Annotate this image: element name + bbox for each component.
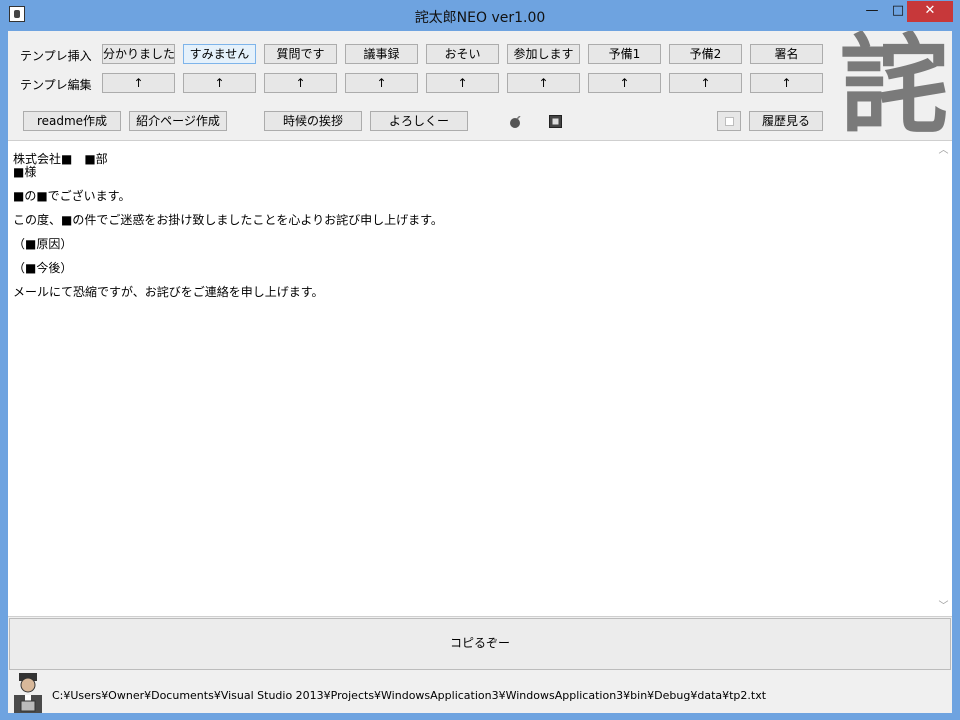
scroll-up-icon[interactable]: ︿	[938, 145, 949, 156]
minimize-button[interactable]: —	[859, 1, 885, 22]
editor-line: ■の■でございます。	[13, 189, 131, 203]
template-button-understood[interactable]: 分かりました	[102, 44, 175, 64]
template-insert-label: テンプレ挿入	[20, 49, 92, 63]
edit-arrow-button-6[interactable]: ↑	[507, 73, 580, 93]
edit-arrow-button-1[interactable]: ↑	[102, 73, 175, 93]
status-bar: C:¥Users¥Owner¥Documents¥Visual Studio 2…	[8, 671, 952, 713]
edit-arrow-button-9[interactable]: ↑	[750, 73, 823, 93]
seasonal-greeting-button[interactable]: 時候の挨拶	[264, 111, 362, 131]
title-bar[interactable]: 詫太郎NEO ver1.00 — □ ✕	[0, 0, 960, 32]
edit-arrow-button-3[interactable]: ↑	[264, 73, 337, 93]
template-button-sorry[interactable]: すみません	[183, 44, 256, 64]
editor-line: この度、■の件でご迷惑をお掛け致しましたことを心よりお詫び申し上げます。	[13, 213, 443, 227]
editor-line: 株式会社■ ■部 ■様	[13, 152, 108, 179]
intro-page-button[interactable]: 紹介ページ作成	[129, 111, 227, 131]
edit-arrow-button-5[interactable]: ↑	[426, 73, 499, 93]
window-title: 詫太郎NEO ver1.00	[414, 10, 546, 26]
regards-button[interactable]: よろしくー	[370, 111, 468, 131]
template-button-question[interactable]: 質問です	[264, 44, 337, 64]
vertical-scrollbar[interactable]: ︿ ﹀	[935, 141, 952, 616]
template-edit-label: テンプレ編集	[20, 78, 92, 92]
scroll-down-icon[interactable]: ﹀	[938, 601, 949, 612]
message-text[interactable]: 株式会社■ ■部 ■様 ■の■でございます。 この度、■の件でご迷惑をお掛け致し…	[13, 153, 923, 310]
readme-button[interactable]: readme作成	[23, 111, 121, 131]
edit-arrow-button-4[interactable]: ↑	[345, 73, 418, 93]
editor-line: （■原因）	[13, 237, 73, 251]
editor-line: メールにて恐縮ですが、お詫びをご連絡を申し上げます。	[13, 285, 324, 299]
stop-icon[interactable]	[549, 115, 562, 128]
edit-arrow-button-8[interactable]: ↑	[669, 73, 742, 93]
bomb-icon[interactable]	[509, 116, 521, 128]
app-window: 詫太郎NEO ver1.00 — □ ✕ テンプレ挿入 テンプレ編集 分かりまし…	[0, 0, 960, 720]
client-area: テンプレ挿入 テンプレ編集 分かりました すみません 質問です 議事録 おそい …	[8, 31, 952, 713]
close-button[interactable]: ✕	[907, 1, 953, 22]
avatar-icon	[14, 673, 42, 713]
view-history-button[interactable]: 履歴見る	[749, 111, 823, 131]
message-editor[interactable]: 株式会社■ ■部 ■様 ■の■でございます。 この度、■の件でご迷惑をお掛け致し…	[8, 140, 952, 617]
editor-line: （■今後）	[13, 261, 73, 275]
template-button-attend[interactable]: 参加します	[507, 44, 580, 64]
edit-arrow-button-2[interactable]: ↑	[183, 73, 256, 93]
history-checkbox[interactable]	[717, 111, 741, 131]
copy-button[interactable]: コピるぞー	[9, 618, 951, 670]
template-button-spare1[interactable]: 予備1	[588, 44, 661, 64]
template-button-signature[interactable]: 署名	[750, 44, 823, 64]
template-button-spare2[interactable]: 予備2	[669, 44, 742, 64]
file-path: C:¥Users¥Owner¥Documents¥Visual Studio 2…	[52, 689, 767, 702]
template-button-minutes[interactable]: 議事録	[345, 44, 418, 64]
template-button-late[interactable]: おそい	[426, 44, 499, 64]
app-logo: 詫	[839, 31, 948, 139]
edit-arrow-button-7[interactable]: ↑	[588, 73, 661, 93]
